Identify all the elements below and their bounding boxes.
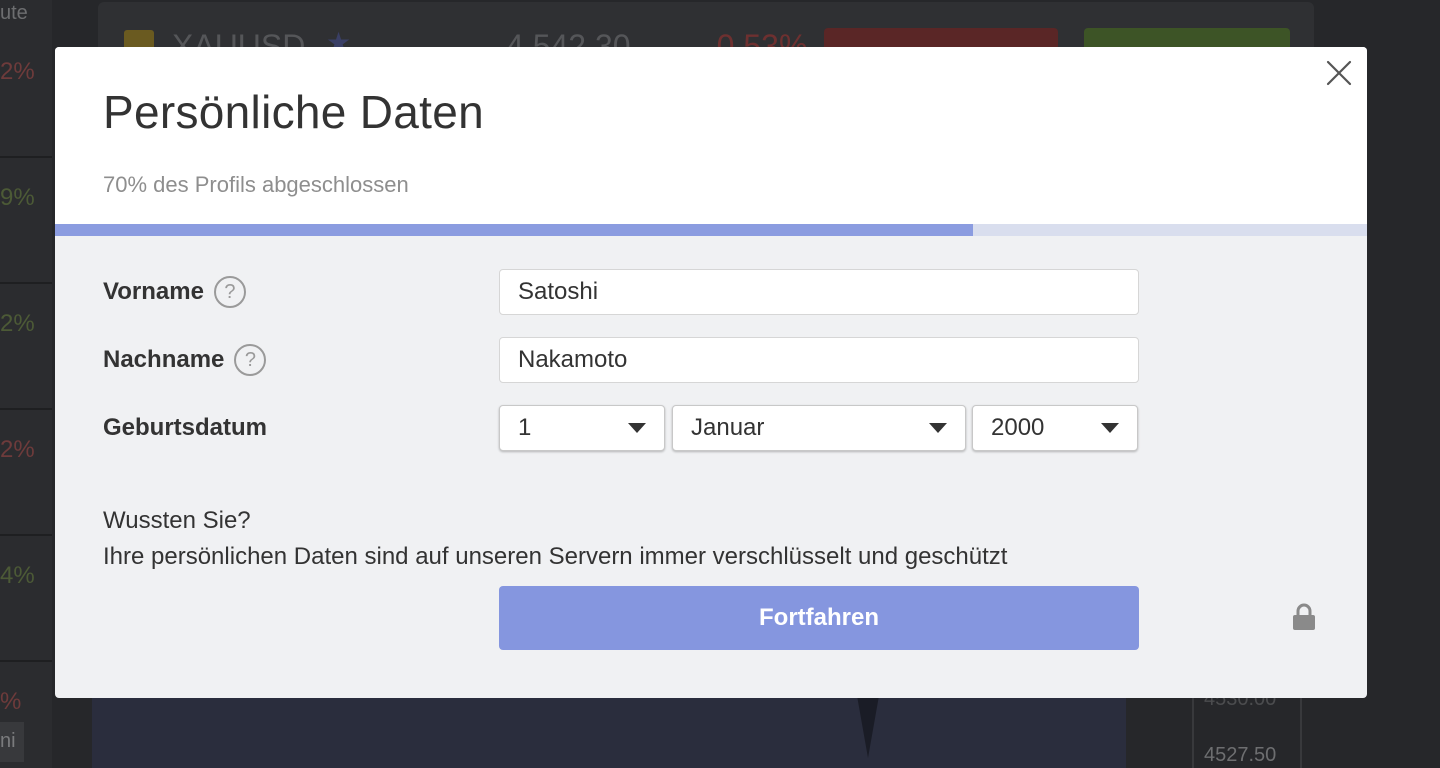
chevron-down-icon bbox=[1101, 423, 1119, 433]
info-text: Ihre persönlichen Daten sind auf unseren… bbox=[103, 543, 1008, 570]
birth-year-value: 2000 bbox=[991, 414, 1045, 441]
close-button[interactable] bbox=[1321, 55, 1357, 91]
dialog-title: Persönliche Daten bbox=[103, 86, 484, 138]
continue-button[interactable]: Fortfahren bbox=[499, 586, 1139, 650]
birth-day-value: 1 bbox=[518, 414, 532, 441]
chevron-down-icon bbox=[929, 423, 947, 433]
asset-change: 2% bbox=[0, 292, 52, 410]
asset-list-column: ute 2% 9% 2% 2% 4% % ni bbox=[0, 0, 52, 768]
chart-candle bbox=[856, 690, 880, 758]
profile-progress-bar bbox=[55, 224, 1367, 236]
asset-list-tab: ni bbox=[0, 722, 24, 762]
last-name-label-text: Nachname bbox=[103, 346, 225, 373]
lock-icon bbox=[1293, 603, 1315, 630]
profile-completion-text: 70% des Profils abgeschlossen bbox=[103, 172, 409, 197]
birth-year-select[interactable]: 2000 bbox=[972, 405, 1138, 451]
personal-data-dialog: Persönliche Daten 70% des Profils abgesc… bbox=[55, 47, 1367, 698]
close-icon bbox=[1326, 60, 1352, 86]
birth-day-select[interactable]: 1 bbox=[499, 405, 665, 451]
asset-change: 2% bbox=[0, 40, 52, 158]
asset-change: 4% bbox=[0, 544, 52, 662]
birth-month-value: Januar bbox=[691, 414, 765, 441]
chevron-down-icon bbox=[628, 423, 646, 433]
first-name-input[interactable] bbox=[499, 269, 1139, 315]
profile-progress-fill bbox=[55, 224, 974, 236]
help-icon[interactable]: ? bbox=[234, 344, 267, 376]
help-icon[interactable]: ? bbox=[213, 276, 246, 308]
info-title: Wussten Sie? bbox=[103, 507, 251, 534]
asset-change: 9% bbox=[0, 166, 52, 284]
asset-change: 2% bbox=[0, 418, 52, 536]
first-name-label: Vorname ? bbox=[103, 276, 246, 308]
price-chart bbox=[92, 690, 1126, 768]
birth-month-select[interactable]: Januar bbox=[672, 405, 966, 451]
birthdate-label: Geburtsdatum bbox=[103, 414, 267, 442]
last-name-label: Nachname ? bbox=[103, 344, 267, 376]
dialog-header: Persönliche Daten 70% des Profils abgesc… bbox=[55, 47, 1367, 224]
asset-list-header: ute bbox=[0, 2, 28, 24]
price-axis-label: 4527.50 bbox=[1204, 744, 1277, 766]
last-name-input[interactable] bbox=[499, 337, 1139, 383]
first-name-label-text: Vorname bbox=[103, 278, 204, 305]
birthdate-label-text: Geburtsdatum bbox=[103, 414, 268, 441]
